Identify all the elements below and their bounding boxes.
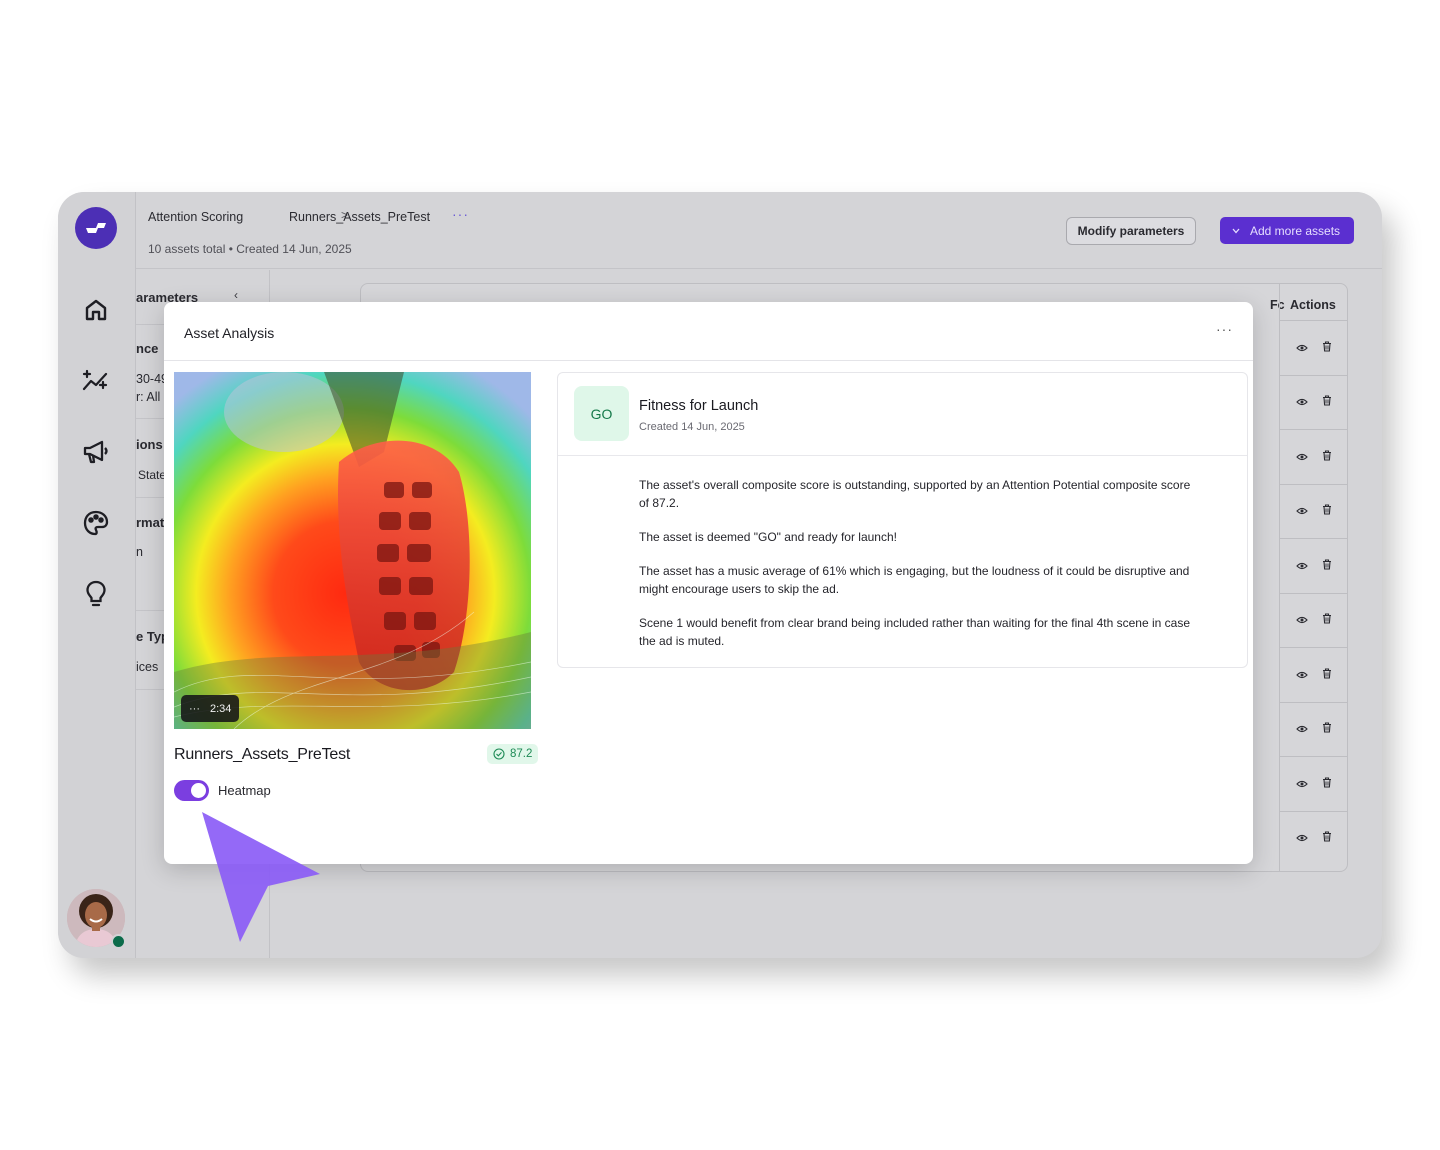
heatmap-toggle[interactable]	[174, 780, 209, 801]
trash-icon[interactable]	[1322, 557, 1332, 575]
param-heading: nce	[136, 341, 159, 356]
modal-more-options-icon[interactable]: ···	[1216, 321, 1233, 337]
fitness-card-header: GO Fitness for Launch Created 14 Jun, 20…	[558, 373, 1247, 456]
param-value: ices	[136, 660, 159, 674]
modal-title: Asset Analysis	[184, 325, 275, 341]
duration-text: 2:34	[210, 702, 232, 715]
fitness-title: Fitness for Launch	[639, 398, 759, 414]
fitness-card: GO Fitness for Launch Created 14 Jun, 20…	[557, 372, 1248, 668]
table-row-actions	[1280, 374, 1348, 429]
eye-icon[interactable]	[1296, 339, 1308, 357]
actions-column: Actions	[1279, 284, 1348, 871]
toggle-knob	[191, 783, 206, 798]
param-value: State	[138, 468, 167, 482]
table-row-actions	[1280, 429, 1348, 483]
modal-header: Asset Analysis ···	[164, 302, 1253, 361]
trash-icon[interactable]	[1322, 393, 1332, 411]
check-circle-icon	[493, 748, 505, 760]
app-logo[interactable]	[75, 207, 117, 249]
add-more-assets-button[interactable]: Add more assets	[1220, 217, 1354, 244]
eye-icon[interactable]	[1296, 611, 1308, 629]
table-row-actions	[1280, 701, 1348, 756]
trash-icon[interactable]	[1322, 666, 1332, 684]
summary-paragraph: Scene 1 would benefit from clear brand b…	[639, 616, 1191, 648]
eye-icon[interactable]	[1296, 393, 1308, 411]
asset-analysis-modal: Asset Analysis ··· ··· 2:34 Runners_Asse…	[164, 302, 1253, 864]
table-row-actions	[1280, 320, 1348, 374]
assets-summary: 10 assets total • Created 14 Jun, 2025	[148, 242, 352, 256]
breadcrumb-current[interactable]: Runners_Assets_PreTest	[289, 210, 430, 224]
param-value: n	[136, 545, 143, 559]
eye-icon[interactable]	[1296, 502, 1308, 520]
param-heading: rmat	[136, 515, 165, 530]
eye-icon[interactable]	[1296, 775, 1308, 793]
score-badge: 87.2	[487, 744, 539, 764]
eye-icon[interactable]	[1296, 666, 1308, 684]
eye-icon[interactable]	[1296, 720, 1308, 738]
more-dots-icon: ···	[189, 702, 200, 715]
eye-icon[interactable]	[1296, 557, 1308, 575]
chevron-down-icon	[1232, 228, 1240, 233]
home-icon[interactable]	[80, 294, 112, 326]
table-row-actions	[1280, 592, 1348, 647]
trash-icon[interactable]	[1322, 339, 1332, 357]
score-value: 87.2	[510, 748, 533, 760]
more-options-icon[interactable]: ···	[452, 206, 469, 222]
table-row-actions	[1280, 756, 1348, 810]
heatmap-toggle-label: Heatmap	[218, 783, 271, 798]
summary-paragraph: The asset has a music average of 61% whi…	[639, 564, 1190, 596]
palette-icon[interactable]	[80, 507, 112, 539]
modify-parameters-button[interactable]: Modify parameters	[1066, 217, 1196, 245]
table-row-actions	[1280, 810, 1348, 865]
trash-icon[interactable]	[1322, 829, 1332, 847]
megaphone-icon[interactable]	[80, 436, 112, 468]
trash-icon[interactable]	[1322, 448, 1332, 466]
table-row-actions	[1280, 647, 1348, 701]
asset-heatmap-preview[interactable]: ··· 2:34	[174, 372, 531, 729]
trash-icon[interactable]	[1322, 775, 1332, 793]
summary-paragraph: The asset's overall composite score is o…	[639, 478, 1191, 510]
eye-icon[interactable]	[1296, 829, 1308, 847]
table-row-actions	[1280, 483, 1348, 538]
go-badge: GO	[574, 386, 629, 441]
nav-rail	[58, 192, 136, 958]
online-status-dot	[111, 934, 126, 949]
table-row-actions	[1280, 538, 1348, 592]
trash-icon[interactable]	[1322, 611, 1332, 629]
sparkle-chart-icon[interactable]	[80, 365, 112, 397]
video-duration-badge: ··· 2:34	[181, 695, 240, 722]
param-value: r: All	[136, 390, 161, 404]
trash-icon[interactable]	[1322, 502, 1332, 520]
param-heading: ions	[136, 437, 163, 452]
actions-header: Actions	[1290, 298, 1336, 312]
add-more-assets-label: Add more assets	[1250, 223, 1341, 238]
breadcrumb-attention-scoring[interactable]: Attention Scoring	[148, 210, 243, 224]
eye-icon[interactable]	[1296, 448, 1308, 466]
collapse-chevron-icon[interactable]: ‹	[234, 288, 238, 302]
fitness-date: Created 14 Jun, 2025	[639, 421, 745, 433]
lightbulb-icon[interactable]	[80, 578, 112, 610]
page-header: Attention Scoring > Runners_Assets_PreTe…	[136, 192, 1382, 269]
fitness-summary: The asset's overall composite score is o…	[639, 476, 1199, 666]
trash-icon[interactable]	[1322, 720, 1332, 738]
summary-paragraph: The asset is deemed "GO" and ready for l…	[639, 530, 897, 544]
asset-name: Runners_Assets_PreTest	[174, 746, 351, 763]
pointer-cursor-icon	[202, 812, 320, 942]
